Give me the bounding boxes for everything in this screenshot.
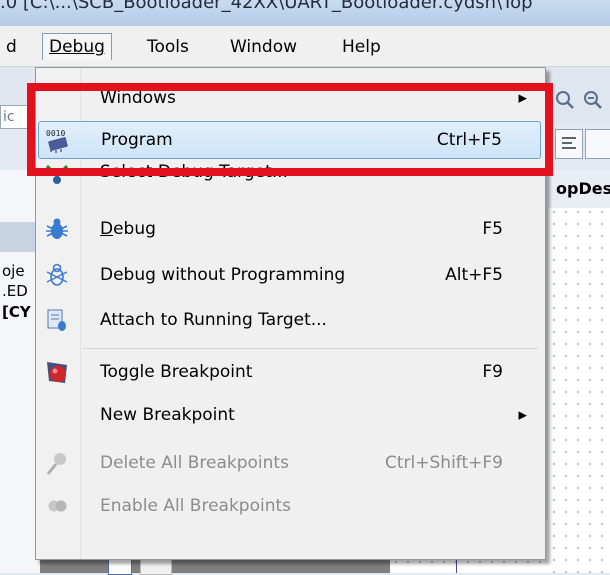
right-toolbar xyxy=(549,125,610,161)
annotation-highlight-box xyxy=(27,83,553,176)
menu-item-shortcut: Alt+F5 xyxy=(445,265,503,285)
window-title-bar: .0 [C:\...\SCB_Bootloader_42XX\UART_Boot… xyxy=(0,0,610,26)
menu-item-label: Debug xyxy=(100,219,156,239)
schematic-tab[interactable]: opDes xyxy=(548,170,610,208)
menu-item-toggle-breakpoint[interactable]: Toggle Breakpoint F9 xyxy=(38,353,541,391)
menu-debug-label: Debug xyxy=(49,37,105,57)
menu-item-delete-all-breakpoints[interactable]: Delete All Breakpoints Ctrl+Shift+F9 xyxy=(38,444,541,482)
menu-item-enable-all-breakpoints[interactable]: Enable All Breakpoints xyxy=(38,487,541,525)
menu-item-label: Enable All Breakpoints xyxy=(100,496,292,516)
tree-item[interactable]: oje xyxy=(2,262,25,280)
menu-item-attach-running-target[interactable]: Attach to Running Target... xyxy=(38,301,541,339)
attach-target-icon xyxy=(47,309,66,331)
menu-help[interactable]: Help xyxy=(336,34,387,60)
menu-item-debug-without-programming[interactable]: Debug without Programming Alt+F5 xyxy=(38,256,541,294)
zoom-icon[interactable] xyxy=(554,89,576,111)
menu-item-shortcut: F9 xyxy=(482,362,503,382)
menu-tools[interactable]: Tools xyxy=(141,34,195,60)
menu-item-label: Toggle Breakpoint xyxy=(100,362,253,382)
schematic-canvas[interactable]: opDes xyxy=(548,170,610,573)
zoom-out-icon[interactable] xyxy=(582,89,604,111)
menu-item-new-breakpoint[interactable]: New Breakpoint ▶ xyxy=(38,396,541,434)
align-left-icon xyxy=(562,137,576,149)
menu-window[interactable]: Window xyxy=(224,34,303,60)
breakpoint-icon xyxy=(47,362,67,383)
align-center-button[interactable] xyxy=(585,129,610,159)
menu-separator xyxy=(83,348,538,349)
menu-item-debug[interactable]: Debug F5 xyxy=(38,210,541,248)
explorer-tab-header[interactable] xyxy=(0,222,40,252)
window-title: .0 [C:\...\SCB_Bootloader_42XX\UART_Boot… xyxy=(0,0,533,13)
menu-debug[interactable]: Debug xyxy=(42,33,112,60)
menu-item-label: New Breakpoint xyxy=(100,405,235,425)
toolbar-combo-text: ic xyxy=(3,109,15,125)
tree-item[interactable]: .ED xyxy=(2,282,28,300)
menu-help-label: Help xyxy=(342,37,381,57)
menu-window-label: Window xyxy=(230,37,298,57)
delete-breakpoints-icon xyxy=(46,453,66,475)
menu-item-label: Debug without Programming xyxy=(100,265,346,285)
menu-item-label: Delete All Breakpoints xyxy=(100,453,289,473)
menu-tools-label: Tools xyxy=(147,37,189,57)
align-left-button[interactable] xyxy=(555,129,583,159)
enable-breakpoints-icon xyxy=(48,500,67,512)
menu-file-fragment[interactable]: d xyxy=(0,34,23,60)
menu-item-shortcut: Ctrl+Shift+F9 xyxy=(385,453,503,473)
tree-item[interactable]: [CY xyxy=(2,303,31,321)
submenu-arrow-icon: ▶ xyxy=(518,408,527,422)
bug-outline-icon xyxy=(46,263,68,286)
menu-item-shortcut: F5 xyxy=(482,219,503,239)
menu-bar: d Debug Tools Window Help xyxy=(0,26,610,67)
bug-icon xyxy=(46,218,68,239)
menu-item-label: Attach to Running Target... xyxy=(100,310,327,330)
